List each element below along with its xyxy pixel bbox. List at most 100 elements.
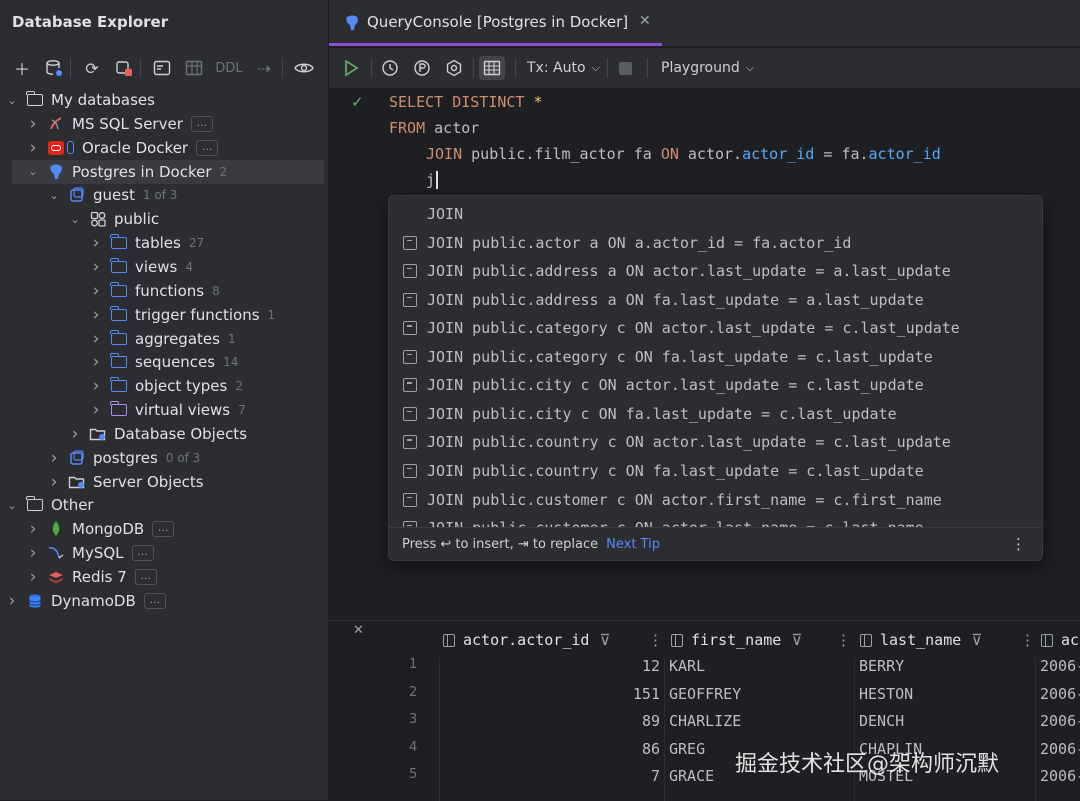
chevron-right-icon[interactable]: › (69, 424, 81, 444)
completion-item[interactable]: JOIN public.city c ON actor.last_update … (389, 371, 1042, 399)
tree-item-tables[interactable]: › tables 27 (0, 231, 328, 255)
column-header[interactable]: ac (1041, 629, 1079, 651)
tree-item-aggregates[interactable]: › aggregates 1 (0, 327, 328, 351)
more-button[interactable]: ... (131, 545, 154, 562)
console-icon[interactable] (150, 56, 174, 80)
chevron-right-icon[interactable]: › (90, 352, 102, 372)
chevron-right-icon[interactable]: › (90, 305, 102, 325)
tree-item-dynamodb[interactable]: › DynamoDB... (0, 589, 328, 613)
more-button[interactable]: ... (190, 115, 213, 132)
chevron-right-icon[interactable]: › (90, 376, 102, 396)
chevron-right-icon[interactable]: › (90, 329, 102, 349)
ddl-button[interactable]: DDL (214, 56, 244, 80)
cell-last-update[interactable]: 2006- (1040, 657, 1080, 675)
cell-first-name[interactable]: GRACE (669, 767, 714, 785)
completion-item[interactable]: JOIN public.city c ON fa.last_update = c… (389, 400, 1042, 428)
tree-item-views[interactable]: › views 4 (0, 255, 328, 279)
completion-item[interactable]: JOIN public.category c ON fa.last_update… (389, 343, 1042, 371)
close-results-icon[interactable]: ✕ (353, 623, 364, 638)
tree-item-sequences[interactable]: › sequences 14 (0, 350, 328, 374)
cell-last-update[interactable]: 2006- (1040, 685, 1080, 703)
chevron-right-icon[interactable]: › (90, 281, 102, 301)
tree-item-my-databases[interactable]: ⌄ My databases (0, 88, 328, 112)
chevron-down-icon[interactable]: ⌄ (48, 189, 60, 202)
column-header[interactable]: last_name ⊽ ⋮ (860, 629, 1035, 651)
chevron-right-icon[interactable]: › (27, 114, 39, 134)
filter-icon[interactable]: ⊽ (791, 631, 802, 649)
completion-item[interactable]: JOIN public.actor a ON a.actor_id = fa.a… (389, 229, 1042, 257)
tree-item-mongodb[interactable]: › MongoDB... (0, 517, 328, 541)
cell-actor-id[interactable]: 151 (633, 685, 660, 703)
table-icon[interactable] (182, 56, 206, 80)
tree-item-oracle-docker[interactable]: › Oracle Docker... (0, 136, 328, 160)
chevron-right-icon[interactable]: › (27, 138, 39, 158)
completion-item[interactable]: JOIN public.address a ON actor.last_upda… (389, 257, 1042, 285)
disconnect-icon[interactable] (112, 56, 136, 80)
chevron-down-icon[interactable]: ⌄ (27, 165, 39, 178)
filter-icon[interactable]: ⊽ (599, 631, 610, 649)
tree-item-public[interactable]: ⌄ public (0, 207, 328, 231)
cell-last-update[interactable]: 2006- (1040, 767, 1080, 785)
column-menu-icon[interactable]: ⋮ (648, 631, 663, 649)
run-icon[interactable] (343, 56, 359, 80)
add-icon[interactable]: ＋ (10, 56, 34, 80)
cell-last-update[interactable]: 2006- (1040, 740, 1080, 758)
tree-item-object-types[interactable]: › object types 2 (0, 374, 328, 398)
chevron-right-icon[interactable]: › (27, 519, 39, 539)
cell-actor-id[interactable]: 7 (651, 767, 660, 785)
column-menu-icon[interactable]: ⋮ (836, 631, 851, 649)
completion-item-join[interactable]: JOIN (389, 200, 1042, 228)
grid-view-icon[interactable] (479, 56, 505, 80)
cell-last-name[interactable]: BERRY (859, 657, 904, 675)
tree-item-postgres[interactable]: › postgres 0 of 3 (0, 446, 328, 470)
filter-icon[interactable]: ⊽ (971, 631, 982, 649)
cell-actor-id[interactable]: 86 (642, 740, 660, 758)
completion-item[interactable]: JOIN public.country c ON fa.last_update … (389, 457, 1042, 485)
tab-query-console[interactable]: QueryConsole [Postgres in Docker] ✕ (329, 0, 662, 46)
transaction-mode-dropdown[interactable]: Tx: Auto ⌵ (527, 56, 600, 80)
chevron-down-icon[interactable]: ⌄ (69, 213, 81, 226)
cell-first-name[interactable]: CHARLIZE (669, 712, 741, 730)
chevron-right-icon[interactable]: › (27, 543, 39, 563)
tree-item-mysql[interactable]: › MySQL... (0, 541, 328, 565)
chevron-right-icon[interactable]: › (48, 472, 60, 492)
data-source-properties-icon[interactable] (42, 56, 66, 80)
cell-last-name[interactable]: DENCH (859, 712, 904, 730)
history-icon[interactable] (381, 56, 399, 80)
more-options-icon[interactable]: ⋮ (1011, 535, 1026, 553)
completion-item[interactable]: JOIN public.address a ON fa.last_update … (389, 286, 1042, 314)
tree-item-database-objects[interactable]: › Database Objects (0, 422, 328, 446)
eye-icon[interactable] (292, 56, 316, 80)
close-icon[interactable]: ✕ (639, 13, 651, 29)
cell-first-name[interactable]: GREG (669, 740, 705, 758)
more-button[interactable]: ... (196, 139, 219, 156)
completion-item[interactable]: JOIN public.category c ON actor.last_upd… (389, 314, 1042, 342)
cell-last-name[interactable]: HESTON (859, 685, 913, 703)
chevron-right-icon[interactable]: › (27, 567, 39, 587)
chevron-right-icon[interactable]: › (90, 233, 102, 253)
explain-plan-icon[interactable] (413, 56, 431, 80)
settings-icon[interactable] (445, 56, 463, 80)
tree-item-other[interactable]: ⌄ Other (0, 493, 328, 517)
cell-actor-id[interactable]: 89 (642, 712, 660, 730)
next-tip-link[interactable]: Next Tip (606, 537, 660, 552)
column-header[interactable]: first_name ⊽ ⋮ (671, 629, 851, 651)
jump-icon[interactable]: ⇢ (252, 56, 276, 80)
tree-item-server-objects[interactable]: › Server Objects (0, 470, 328, 494)
playground-dropdown[interactable]: Playground ⌵ (661, 56, 754, 80)
stop-icon[interactable] (619, 56, 632, 80)
chevron-right-icon[interactable]: › (6, 591, 18, 611)
cell-last-update[interactable]: 2006- (1040, 712, 1080, 730)
completion-item[interactable]: JOIN public.customer c ON actor.first_na… (389, 486, 1042, 514)
column-header[interactable]: actor.actor_id ⊽ ⋮ (443, 629, 663, 651)
column-menu-icon[interactable]: ⋮ (1020, 631, 1035, 649)
tree-item-trigger-functions[interactable]: › trigger functions 1 (0, 303, 328, 327)
tree-item-functions[interactable]: › functions 8 (0, 279, 328, 303)
chevron-right-icon[interactable]: › (90, 400, 102, 420)
tree-item-redis-7[interactable]: › Redis 7... (0, 565, 328, 589)
more-button[interactable]: ... (152, 521, 175, 538)
cell-first-name[interactable]: KARL (669, 657, 705, 675)
chevron-right-icon[interactable]: › (90, 257, 102, 277)
more-button[interactable]: ... (134, 569, 157, 585)
tree-item-ms-sql-server[interactable]: › MS SQL Server... (0, 112, 328, 136)
